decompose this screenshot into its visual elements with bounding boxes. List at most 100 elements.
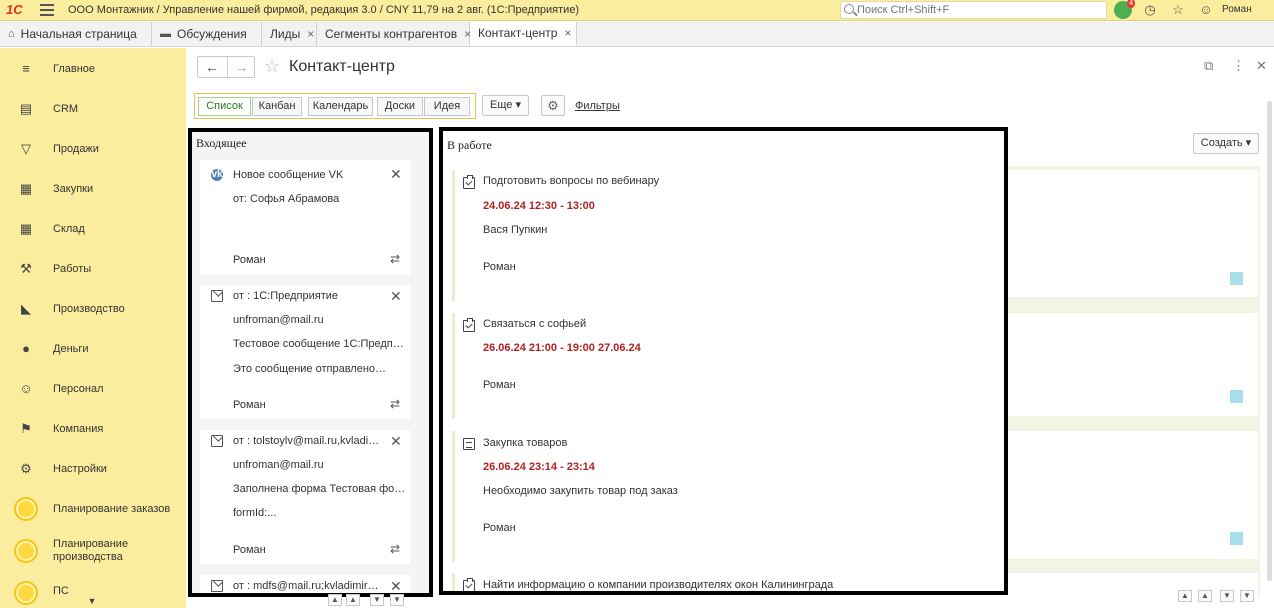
sidebar-item-crm[interactable]: ▤ CRM xyxy=(0,89,186,129)
people-icon: ☺ xyxy=(19,381,33,396)
scroll-up-icon[interactable]: ▲ xyxy=(1198,590,1212,602)
tab-label: Лиды xyxy=(270,27,301,41)
inbox-column: Входящее vk Новое сообщение VK ✕ от: Соф… xyxy=(188,128,433,597)
view-switcher: Список Канбан Календарь Доски Идея xyxy=(194,93,476,119)
view-boards-button[interactable]: Доски xyxy=(377,97,423,116)
scrollbar-track[interactable] xyxy=(1267,101,1272,581)
inbox-card[interactable]: от : tolstoylv@mail.ru,kvladimir@mail.ru… xyxy=(200,430,410,564)
close-tab-icon[interactable]: × xyxy=(564,26,571,40)
circle-icon xyxy=(14,539,38,563)
warehouse-icon: ▦ xyxy=(19,221,33,236)
close-icon[interactable]: ✕ xyxy=(390,288,402,305)
close-icon[interactable]: ✕ xyxy=(390,433,402,450)
create-button[interactable]: Создать ▾ xyxy=(1193,133,1259,154)
notifications-icon[interactable]: 4 xyxy=(1114,0,1135,19)
sidebar-item-main[interactable]: ≡ Главное xyxy=(0,49,186,89)
forward-button[interactable]: → xyxy=(227,57,255,77)
scroll-bottom-icon[interactable]: ▼ xyxy=(390,594,404,606)
sidebar-item-money[interactable]: ● Деньги xyxy=(0,329,186,369)
create-label: Создать xyxy=(1200,137,1243,149)
task-card[interactable]: Закупка товаров 26.06.24 23:14 - 23:14 Н… xyxy=(452,431,1004,562)
color-tag xyxy=(1230,390,1243,403)
notification-count-badge: 4 xyxy=(1127,0,1135,8)
sidebar-scroll-down-icon[interactable]: ▼ xyxy=(82,596,102,608)
gear-icon: ⚙ xyxy=(547,98,559,113)
vertical-scrollbar[interactable] xyxy=(1266,56,1274,608)
view-idea-button[interactable]: Идея xyxy=(424,97,470,116)
sidebar-item-works[interactable]: ⚒ Работы xyxy=(0,249,186,289)
tab-label: Обсуждения xyxy=(177,27,247,41)
scroll-top-icon[interactable]: ▲ xyxy=(1178,590,1192,602)
close-icon[interactable]: ✕ xyxy=(390,578,402,593)
tab-label: Контакт-центр xyxy=(478,26,558,40)
search-icon xyxy=(844,4,854,14)
task-card[interactable]: Найти информацию о компании производител… xyxy=(452,573,1004,591)
scroll-down-icon[interactable]: ▼ xyxy=(1220,590,1234,602)
tab-leads[interactable]: Лиды × xyxy=(262,22,317,46)
work-card-extension xyxy=(1008,170,1258,297)
favorites-star-icon[interactable]: ☆ xyxy=(1168,1,1188,19)
sidebar-item-label: Планирование производства xyxy=(53,538,129,563)
sidebar-item-staff[interactable]: ☺ Персонал xyxy=(0,369,186,409)
task-card[interactable]: Подготовить вопросы по вебинару 24.06.24… xyxy=(452,170,1004,301)
sidebar-item-label: Работы xyxy=(53,262,92,275)
scroll-bottom-icon[interactable]: ▼ xyxy=(1240,590,1254,602)
view-list-button[interactable]: Список xyxy=(198,97,251,116)
sidebar-item-order-planning[interactable]: Планирование заказов xyxy=(0,489,186,529)
sidebar-item-sales[interactable]: ▽ Продажи xyxy=(0,129,186,169)
filters-link[interactable]: Фильтры xyxy=(575,100,620,112)
sidebar-item-company[interactable]: ⚑ Компания xyxy=(0,409,186,449)
tab-home[interactable]: ⌂ Начальная страница xyxy=(0,22,152,46)
close-icon[interactable]: ✕ xyxy=(390,166,402,183)
coin-icon: ● xyxy=(22,341,30,356)
card-subject: Заполнена форма Тестовая форма xyxy=(233,483,407,495)
tab-discussions[interactable]: ▬ Обсуждения xyxy=(152,22,262,46)
sidebar-item-purchases[interactable]: ▦ Закупки xyxy=(0,169,186,209)
scroll-down-icon[interactable]: ▼ xyxy=(370,594,384,606)
link-icon[interactable]: ⧉ xyxy=(1204,58,1213,74)
transfer-icon[interactable]: ⇄ xyxy=(390,542,400,556)
tab-segments[interactable]: Сегменты контрагентов × xyxy=(317,22,471,46)
transfer-icon[interactable]: ⇄ xyxy=(390,397,400,411)
view-kanban-button[interactable]: Канбан xyxy=(252,97,302,116)
close-tab-icon[interactable]: × xyxy=(307,27,314,41)
task-date: 24.06.24 12:30 - 13:00 xyxy=(483,200,595,212)
card-sender: от : tolstoylv@mail.ru,kvladimir@mail.ru xyxy=(233,435,383,447)
settings-gear-button[interactable]: ⚙ xyxy=(541,95,565,116)
main-menu-icon[interactable] xyxy=(40,4,54,16)
more-vertical-icon[interactable]: ⋮ xyxy=(1232,58,1245,74)
back-button[interactable]: ← xyxy=(198,57,226,77)
chat-icon: ▬ xyxy=(160,28,171,40)
favorite-star-icon[interactable]: ☆ xyxy=(264,56,280,77)
search-input[interactable] xyxy=(857,3,1097,17)
task-title: Закупка товаров xyxy=(483,437,568,449)
sidebar-item-label: Производство xyxy=(53,302,125,315)
global-search[interactable] xyxy=(840,1,1107,19)
scroll-up-icon[interactable]: ▲ xyxy=(346,594,360,606)
task-owner: Роман xyxy=(483,379,516,391)
mail-icon xyxy=(211,435,223,447)
tools-icon: ⚒ xyxy=(20,261,32,276)
more-button[interactable]: Еще ▾ xyxy=(482,95,529,116)
history-icon[interactable]: ◷ xyxy=(1140,1,1160,19)
transfer-icon[interactable]: ⇄ xyxy=(390,252,400,266)
scroll-top-icon[interactable]: ▲ xyxy=(328,594,342,606)
tab-bar: ⌂ Начальная страница ▬ Обсуждения Лиды ×… xyxy=(0,22,1274,47)
tab-label: Начальная страница xyxy=(20,27,137,41)
task-card[interactable]: Связаться с софьей 26.06.24 21:00 - 19:0… xyxy=(452,313,1004,419)
inbox-card[interactable]: от : 1С:Предприятие ✕ unfroman@mail.ru Т… xyxy=(200,285,410,419)
user-name[interactable]: Роман xyxy=(1222,4,1252,15)
sidebar-item-warehouse[interactable]: ▦ Склад xyxy=(0,209,186,249)
card-recipient: unfroman@mail.ru xyxy=(233,314,324,326)
user-icon[interactable]: ☺ xyxy=(1196,1,1216,19)
view-calendar-button[interactable]: Календарь xyxy=(308,97,373,116)
sidebar-item-settings[interactable]: ⚙ Настройки xyxy=(0,449,186,489)
task-owner: Роман xyxy=(483,522,516,534)
sidebar-item-production-planning[interactable]: Планирование производства xyxy=(0,531,186,571)
inbox-card[interactable]: vk Новое сообщение VK ✕ от: Софья Абрамо… xyxy=(200,160,410,275)
sidebar-item-production[interactable]: ◣ Производство xyxy=(0,289,186,329)
app-logo: 1С xyxy=(6,2,23,17)
card-sender: от : mdfs@mail.ru;kvladimir@mail.ru xyxy=(233,580,383,592)
tab-contact-center[interactable]: Контакт-центр × xyxy=(470,22,577,46)
sidebar-item-label: Деньги xyxy=(53,342,89,355)
